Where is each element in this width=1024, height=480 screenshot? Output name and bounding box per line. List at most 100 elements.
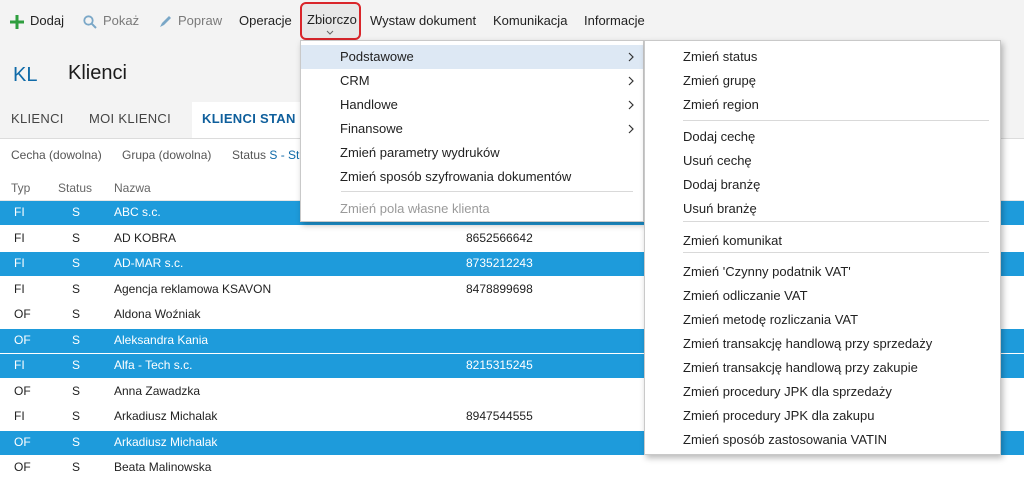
menu-item[interactable]: Zmień parametry wydruków [301,141,643,165]
menu-separator [341,191,633,192]
cell-nip: 8947544555 [466,409,533,423]
chevron-right-icon [628,124,634,134]
cell-status: S [72,384,81,398]
edit-button[interactable]: Popraw [158,12,222,30]
submenu-item-label: Zmień procedury JPK dla sprzedaży [683,384,892,399]
cell-type: FI [14,282,25,296]
cell-name: AD-MAR s.c. [114,256,184,270]
show-button[interactable]: Pokaż [83,12,139,30]
cell-status: S [72,358,81,372]
submenu-item[interactable]: Zmień metodę rozliczania VAT [645,308,1000,332]
submenu-item[interactable]: Zmień sposób zastosowania VATIN [645,428,1000,452]
menu-item[interactable]: CRM [301,69,643,93]
submenu-item[interactable]: Usuń branżę [645,197,1000,221]
submenu-item-label: Zmień procedury JPK dla zakupu [683,408,875,423]
feature-filter[interactable]: Cecha (dowolna) [11,148,102,162]
column-header-type[interactable]: Typ [11,181,30,195]
cell-name: Anna Zawadzka [114,384,201,398]
menu-item-custom-fields[interactable]: Zmień pola własne klienta [301,197,643,221]
cell-name: Aldona Woźniak [114,307,201,321]
chevron-down-icon [326,30,334,35]
plus-icon [10,14,24,29]
cell-type: OF [14,460,31,474]
cell-type: OF [14,307,31,321]
cell-type: FI [14,231,25,245]
cell-nip: 8652566642 [466,231,533,245]
status-filter-label: Status [232,148,267,162]
tab-klienci-stan[interactable]: KLIENCI STAN [202,111,296,126]
submenu-item[interactable]: Zmień grupę [645,69,1000,93]
cell-nip: 8478899698 [466,282,533,296]
submenu-item-label: Zmień transakcję handlową przy zakupie [683,360,918,375]
page-title: Klienci [68,62,127,84]
issue-document-menu[interactable]: Wystaw dokument [370,12,476,30]
menu-separator [683,120,989,121]
submenu-item[interactable]: Zmień transakcję handlową przy zakupie [645,356,1000,380]
cell-name: Arkadiusz Michalak [114,409,218,423]
search-icon [83,14,97,29]
submenu-item[interactable]: Zmień status [645,45,1000,69]
menu-item[interactable]: Finansowe [301,117,643,141]
submenu-item[interactable]: Zmień komunikat [645,229,1000,253]
status-filter[interactable]: Status S - St [232,148,299,162]
cell-name: Arkadiusz Michalak [114,435,218,449]
cell-name: Alfa - Tech s.c. [114,358,193,372]
cell-type: FI [14,358,25,372]
menu-item[interactable]: Zmień sposób szyfrowania dokumentów [301,165,643,189]
column-header-status[interactable]: Status [58,181,92,195]
tab-klienci[interactable]: KLIENCI [11,111,64,126]
chevron-right-icon [628,52,634,62]
submenu-item-label: Zmień grupę [683,73,756,88]
pencil-icon [160,15,171,27]
cell-type: OF [14,435,31,449]
menu-item-label: Handlowe [340,97,398,112]
submenu-item[interactable]: Dodaj cechę [645,125,1000,149]
menu-item-label: Podstawowe [340,49,414,64]
submenu-item[interactable]: Zmień 'Czynny podatnik VAT' [645,260,1000,284]
submenu-item[interactable]: Zmień transakcję handlową przy sprzedaży [645,332,1000,356]
menu-item[interactable]: Podstawowe [301,45,643,69]
submenu-item[interactable]: Zmień region [645,93,1000,117]
cell-type: FI [14,256,25,270]
menu-separator [683,221,989,222]
submenu-item[interactable]: Zmień procedury JPK dla zakupu [645,404,1000,428]
submenu-item-label: Dodaj cechę [683,129,756,144]
bulk-dropdown-menu: Podstawowe CRM Handlowe Finansowe Zmień para… [300,40,644,222]
submenu-item-label: Zmień odliczanie VAT [683,288,808,303]
cell-status: S [72,231,81,245]
menu-item[interactable]: Handlowe [301,93,643,117]
submenu-item[interactable]: Usuń cechę [645,149,1000,173]
add-button[interactable]: Dodaj [10,12,64,30]
communication-menu[interactable]: Komunikacja [493,12,567,30]
cell-name: AD KOBRA [114,231,177,245]
submenu-item[interactable]: Zmień odliczanie VAT [645,284,1000,308]
menu-item-label: Zmień pola własne klienta [340,201,490,216]
group-filter[interactable]: Grupa (dowolna) [122,148,211,162]
submenu-item-label: Zmień komunikat [683,233,782,248]
submenu-item[interactable]: Zmień procedury JPK dla sprzedaży [645,380,1000,404]
submenu-item-label: Zmień 'Czynny podatnik VAT' [683,264,851,279]
tab-moi-klienci[interactable]: MOI KLIENCI [89,111,171,126]
cell-status: S [72,307,81,321]
operations-menu[interactable]: Operacje [239,12,292,30]
menu-item-label: CRM [340,73,370,88]
cell-name: Aleksandra Kania [114,333,209,347]
add-label: Dodaj [30,13,64,28]
table-row[interactable]: OF S Beata Malinowska [0,456,1024,480]
submenu-item-label: Zmień region [683,97,759,112]
submenu-item[interactable]: Dodaj branżę [645,173,1000,197]
chevron-right-icon [628,100,634,110]
submenu-item-label: Usuń cechę [683,153,752,168]
cell-type: FI [14,409,25,423]
bulk-menu-label: Zbiorczo [307,12,357,27]
show-label: Pokaż [103,13,140,28]
menu-separator [683,252,989,253]
cell-status: S [72,460,81,474]
basic-submenu: Zmień status Zmień grupę Zmień region Dodaj… [644,40,1001,455]
submenu-item-label: Usuń branżę [683,201,757,216]
cell-type: FI [14,205,25,219]
column-header-name[interactable]: Nazwa [114,181,151,195]
information-menu[interactable]: Informacje [584,12,645,30]
cell-status: S [72,256,81,270]
cell-nip: 8215315245 [466,358,533,372]
